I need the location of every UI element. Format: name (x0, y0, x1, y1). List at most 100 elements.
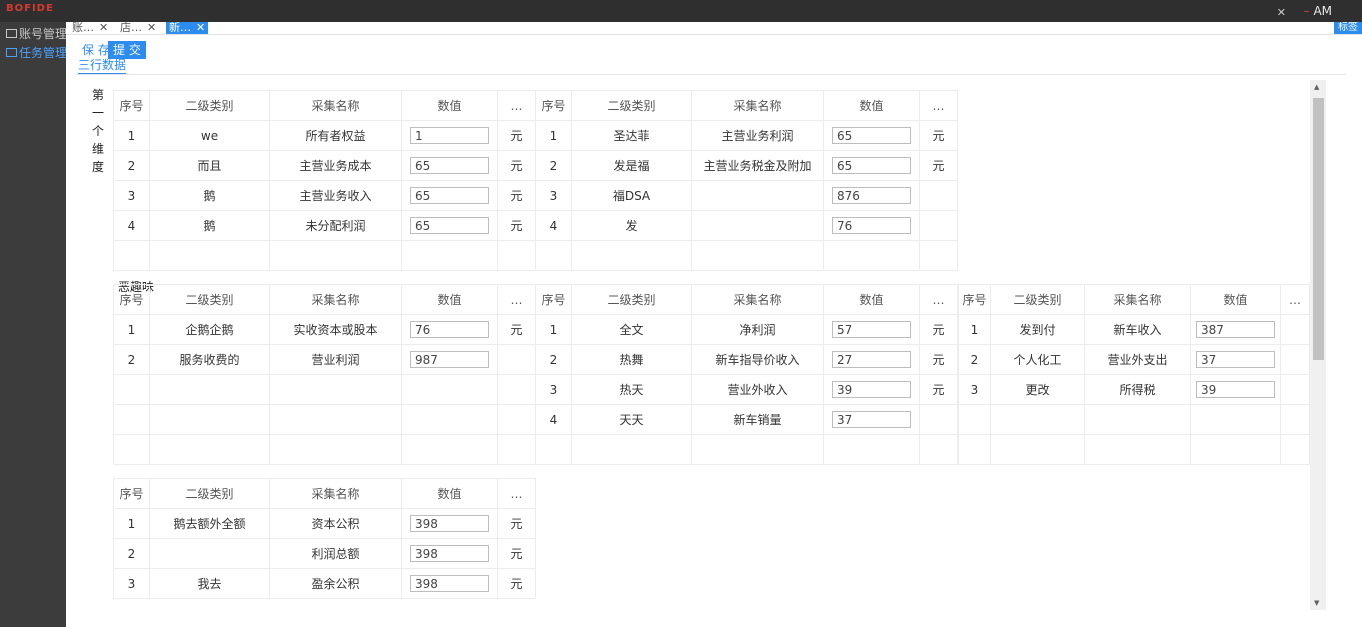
name-cell: 营业外支出 (1083, 344, 1191, 375)
scroll-down-icon[interactable]: ▼ (1314, 599, 1319, 607)
value-cell (401, 374, 498, 405)
name-cell (691, 210, 824, 241)
tab-store[interactable]: 店… ✕ (120, 22, 156, 34)
value-input[interactable] (410, 515, 489, 532)
seq-cell (958, 434, 991, 465)
value-input[interactable] (1196, 321, 1276, 338)
table-row: 4发 (535, 210, 958, 241)
unit-cell (1280, 344, 1310, 375)
sidebar-item-account[interactable]: 账号管理 (6, 25, 67, 42)
table-row: 3热天营业外收入 元 (535, 374, 958, 405)
category-cell: 热天 (571, 374, 692, 405)
table-row: 4鹅未分配利润 元 (113, 210, 536, 241)
column-header: 采集名称 (691, 90, 824, 121)
column-header: 序号 (113, 478, 150, 509)
value-cell (401, 240, 498, 271)
column-header: 数值 (1189, 284, 1282, 315)
category-cell: 个人化工 (989, 344, 1085, 375)
tab-label: 账… (72, 22, 94, 34)
name-cell (269, 434, 402, 465)
tab-options-button[interactable]: 标签 (1334, 22, 1362, 34)
seq-cell: 3 (535, 180, 572, 211)
scrollbar-thumb[interactable] (1313, 98, 1324, 360)
value-input[interactable] (832, 351, 911, 368)
tab-new[interactable]: 新… ✕ (166, 22, 209, 34)
value-input[interactable] (410, 157, 489, 174)
value-cell (401, 538, 498, 569)
value-input[interactable] (1196, 381, 1276, 398)
seq-cell: 1 (113, 314, 150, 345)
save-button[interactable]: 保 存 (82, 41, 110, 59)
seq-cell: 4 (113, 210, 150, 241)
table-row (113, 434, 536, 465)
close-icon[interactable]: ✕ (196, 22, 205, 34)
header-row: 序号 二级类别 采集名称 数值… (113, 284, 536, 315)
value-cell (823, 404, 920, 435)
close-icon[interactable]: ✕ (99, 22, 108, 34)
sidebar-item-task[interactable]: 任务管理 (6, 44, 67, 61)
name-cell: 主营业务成本 (269, 150, 402, 181)
unit-cell (919, 180, 958, 211)
seq-cell: 2 (113, 538, 150, 569)
value-input[interactable] (410, 217, 489, 234)
value-input[interactable] (410, 127, 489, 144)
data-table: 序号二级类别采集名称数值…1企鹅企鹅实收资本或股本元2服务收费的营业利润 (113, 284, 536, 465)
value-input[interactable] (832, 187, 911, 204)
table-row: 3我去盈余公积 元 (113, 568, 536, 599)
column-header: 数值 (401, 284, 498, 315)
value-input[interactable] (410, 321, 489, 338)
data-grid: 序号二级类别采集名称数值…1鹅去额外全额资本公积元2利润总额元3我去盈余公积元 (113, 478, 536, 599)
value-cell (1189, 314, 1282, 345)
value-input[interactable] (410, 545, 489, 562)
name-cell (269, 404, 402, 435)
value-input[interactable] (832, 127, 911, 144)
value-cell (401, 180, 498, 211)
data-grid: 序号二级类别采集名称数值…1企鹅企鹅实收资本或股本元2服务收费的营业利润 (113, 284, 536, 465)
unit-cell (497, 404, 536, 435)
value-input[interactable] (410, 187, 489, 204)
data-table: 序号二级类别采集名称数值…1鹅去额外全额资本公积元2利润总额元3我去盈余公积元 (113, 478, 536, 599)
user-menu[interactable]: – AM (1303, 4, 1332, 18)
name-cell (1083, 404, 1191, 435)
value-input[interactable] (410, 351, 489, 368)
category-cell: 圣达菲 (571, 120, 692, 151)
category-cell: we (149, 120, 270, 151)
category-cell: 我去 (149, 568, 270, 599)
table-row: 3 更改 所得税 (958, 374, 1310, 405)
tab-account[interactable]: 账… ✕ (72, 22, 108, 34)
seq-cell: 4 (535, 404, 572, 435)
column-header: 采集名称 (269, 284, 402, 315)
unit-cell: 元 (497, 150, 536, 181)
value-input[interactable] (832, 321, 911, 338)
data-grid: 序号二级类别采集名称数值…1圣达菲主营业务利润元2发是福主营业务税金及附加元3福… (535, 90, 958, 271)
value-input[interactable] (832, 157, 911, 174)
seq-cell: 1 (535, 120, 572, 151)
data-table: 序号二级类别采集名称数值…1全文净利润元2热舞新车指导价收入元3热天营业外收入元… (535, 284, 958, 465)
submit-button[interactable]: 提 交 (108, 41, 146, 59)
table-row (958, 434, 1310, 465)
unit-cell: 元 (497, 568, 536, 599)
table-row: 4 天天 新车销量 (535, 404, 958, 435)
category-cell: 发是福 (571, 150, 692, 181)
value-input[interactable] (832, 217, 911, 234)
table-row: 2 服务收费的 营业利润 (113, 344, 536, 375)
tab-three-rows[interactable]: 三行数据 (78, 58, 127, 74)
close-icon[interactable]: ✕ (147, 22, 156, 34)
value-input[interactable] (410, 575, 489, 592)
scroll-up-icon[interactable]: ▲ (1314, 83, 1319, 91)
vertical-scrollbar[interactable]: ▲ ▼ (1310, 80, 1326, 610)
table-row: 2发是福主营业务税金及附加 元 (535, 150, 958, 181)
close-icon[interactable]: ✕ (1277, 6, 1286, 19)
value-input[interactable] (1196, 351, 1276, 368)
main-window: 账… ✕ 店… ✕ 新… ✕ 标签 保 存 提 交 三行数据 第一个维度 恶趣味 序号… (66, 22, 1362, 627)
column-header: … (497, 90, 536, 121)
table-row: 1鹅去额外全额资本公积 元 (113, 508, 536, 539)
name-cell: 新车销量 (691, 404, 824, 435)
value-cell (401, 120, 498, 151)
seq-cell: 1 (535, 314, 572, 345)
unit-cell (919, 210, 958, 241)
category-cell (571, 240, 692, 271)
value-input[interactable] (832, 411, 911, 428)
value-input[interactable] (832, 381, 911, 398)
value-cell (401, 210, 498, 241)
